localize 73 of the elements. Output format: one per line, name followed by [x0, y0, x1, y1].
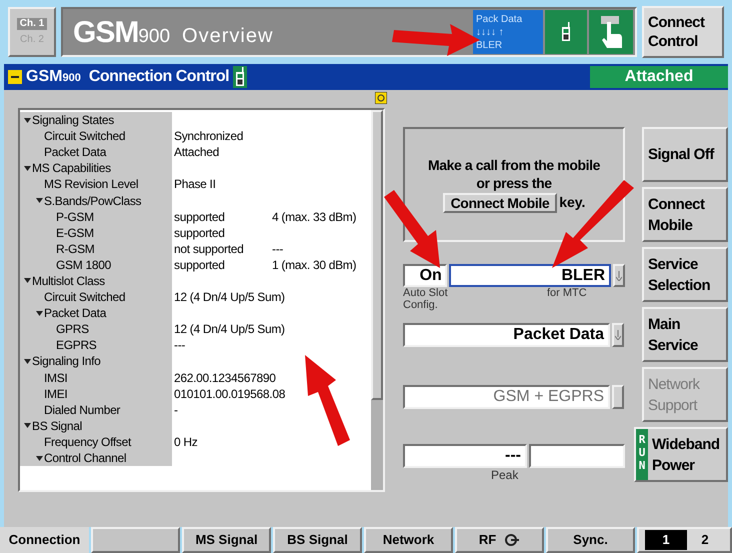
- minimize-icon[interactable]: [8, 70, 22, 84]
- bottom-tab[interactable]: BS Signal: [273, 527, 362, 553]
- tree-value: 262.00.1234567890: [174, 370, 276, 385]
- tree-label[interactable]: R-GSM: [56, 242, 94, 255]
- tree-value: Synchronized: [174, 129, 244, 144]
- softkey-button[interactable]: Main Service: [642, 307, 728, 362]
- panel-title: GSM900 Connection Control: [26, 67, 230, 87]
- status-text: ↓↓↓↓ ↑: [476, 26, 505, 38]
- bottom-tab[interactable]: RF: [455, 527, 544, 553]
- tree-label[interactable]: IMEI: [44, 388, 68, 400]
- slot-config-field[interactable]: On: [403, 264, 447, 287]
- tree-label[interactable]: P-GSM: [56, 210, 94, 223]
- arrow-down-icon: [615, 330, 621, 340]
- connector-icon: [504, 533, 520, 547]
- tree-value: 010101.00.019568.08: [174, 386, 286, 401]
- caret-down-icon[interactable]: [36, 456, 43, 461]
- marker-icon: [375, 92, 387, 104]
- test-mode-field[interactable]: BLER: [448, 264, 612, 287]
- tree-value: supported: [174, 258, 226, 272]
- tree-value: -: [174, 402, 179, 417]
- status-text: BLER: [476, 38, 504, 52]
- bottom-tab[interactable]: Network: [364, 527, 453, 553]
- message-text: key.: [559, 193, 586, 212]
- main-service-field[interactable]: Packet Data: [403, 323, 610, 347]
- page-number[interactable]: 2: [697, 530, 713, 550]
- tree-value: 12 (4 Dn/4 Up/5 Sum): [174, 322, 285, 336]
- tree-label[interactable]: E-GSM: [56, 226, 94, 239]
- power-field: ---: [403, 444, 527, 468]
- tree-value: 0 Hz: [174, 434, 198, 449]
- status-text: Pack Data: [476, 12, 524, 26]
- tree-value: supported: [174, 210, 226, 224]
- caret-down-icon[interactable]: [24, 358, 31, 364]
- bottom-tab[interactable]: [91, 527, 180, 553]
- page-number[interactable]: 1: [645, 530, 687, 550]
- softkey-button[interactable]: Connect Mobile: [642, 187, 728, 242]
- field-label: for MTC: [547, 287, 587, 301]
- connect-control-button[interactable]: Connect Control: [642, 6, 724, 58]
- dropdown-button[interactable]: [612, 323, 624, 347]
- softkey-button[interactable]: Service Selection: [642, 247, 728, 302]
- caret-down-icon[interactable]: [24, 423, 31, 428]
- scrollbar[interactable]: [371, 110, 383, 490]
- field-label: Auto Slot Config.: [403, 287, 449, 311]
- softkey-button[interactable]: Signal Off: [642, 127, 728, 182]
- run-indicator: RUN: [636, 429, 648, 480]
- screen-title: GSM900 Overview: [73, 14, 274, 50]
- phone-icon: [560, 22, 572, 42]
- tree-value: 12 (4 Dn/4 Up/5 Sum): [174, 290, 285, 304]
- tree-label[interactable]: IMSI: [44, 372, 68, 384]
- caret-down-icon[interactable]: [24, 118, 31, 123]
- tree-value: Phase II: [174, 177, 217, 192]
- bottom-tab[interactable]: MS Signal: [182, 527, 271, 553]
- tree-value: supported: [174, 226, 226, 240]
- arrow-down-icon: [616, 270, 622, 280]
- field-label: Peak: [491, 468, 518, 482]
- bottom-tab[interactable]: Sync.: [546, 527, 635, 553]
- caret-down-icon[interactable]: [24, 278, 31, 284]
- tree-value: ---: [272, 242, 284, 255]
- tree-value: 1 (max. 30 dBm): [272, 258, 356, 271]
- connect-mobile-button[interactable]: Connect Mobile: [442, 192, 558, 212]
- tree-value: 4 (max. 33 dBm): [272, 210, 356, 223]
- connection-status: Attached: [590, 66, 728, 88]
- caret-down-icon[interactable]: [36, 198, 43, 204]
- tree-value: not supported: [174, 242, 244, 256]
- hand-icon: [599, 16, 623, 48]
- dropdown-button[interactable]: [612, 385, 624, 409]
- bottom-tab[interactable]: Connection: [0, 527, 89, 553]
- caret-down-icon[interactable]: [24, 166, 31, 171]
- tree-label[interactable]: GPRS: [56, 323, 89, 336]
- dropdown-button[interactable]: [613, 264, 625, 287]
- tree-value: Attached: [174, 145, 220, 160]
- tree-value: ---: [174, 338, 186, 352]
- caret-down-icon[interactable]: [36, 310, 43, 316]
- phone-icon: [234, 67, 246, 87]
